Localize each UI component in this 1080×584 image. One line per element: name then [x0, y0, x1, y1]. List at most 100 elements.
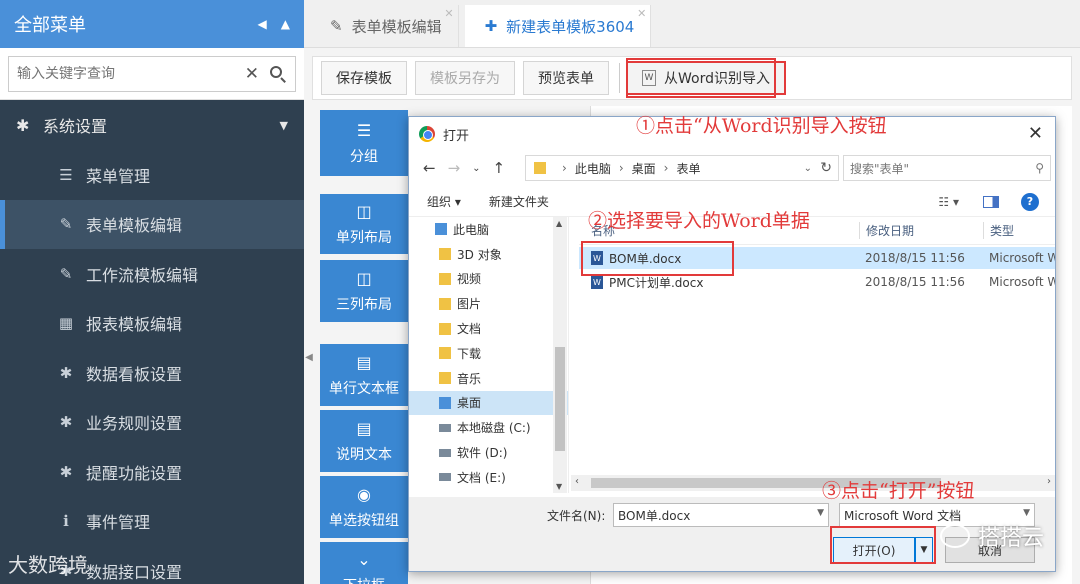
tree-item[interactable]: 视频 [409, 267, 568, 292]
palette-item-single-line-text[interactable]: ▤ 单行文本框 [320, 344, 408, 406]
view-options-icon[interactable]: ☷ ▾ [938, 195, 959, 209]
computer-icon [435, 223, 447, 236]
tree-item[interactable]: 图片 [409, 291, 568, 316]
organize-button[interactable]: 组织 ▾ [427, 193, 461, 210]
file-name-cell: W PMC计划单.docx [579, 274, 859, 291]
scroll-up-icon[interactable]: ▲ [556, 219, 562, 228]
annotation-step1: ①点击“从Word识别导入按钮 [636, 115, 887, 137]
search-icon[interactable] [269, 65, 287, 83]
tree-item[interactable]: 文档 (E:) [409, 465, 568, 490]
gear-icon: ✱ [59, 413, 73, 432]
scroll-right-icon[interactable]: › [1047, 476, 1051, 487]
tree-item[interactable]: 下载 [409, 341, 568, 366]
filename-input[interactable]: BOM单.docx ▼ [613, 503, 829, 527]
collapse-up-icon[interactable]: ▲ [281, 17, 290, 31]
tab-new-form-template[interactable]: ✚ 新建表单模板3604 ✕ [464, 5, 652, 47]
tree-item-label: 软件 (D:) [457, 446, 508, 461]
palette-item-group[interactable]: ☰ 分组 [320, 110, 408, 176]
sidebar-item-label: 表单模板编辑 [86, 216, 183, 236]
help-icon[interactable]: ? [1021, 192, 1039, 211]
breadcrumb-separator-icon: › [663, 161, 669, 175]
tree-item-label: 本地磁盘 (C:) [457, 421, 531, 436]
list-icon: ☰ [59, 165, 73, 184]
tree-item-label: 图片 [457, 297, 482, 312]
back-arrow-icon[interactable]: ← [423, 159, 436, 177]
tree-item-label: 此电脑 [453, 222, 490, 237]
tree-item[interactable]: 桌面 [409, 390, 568, 416]
refresh-icon[interactable]: ↻ [820, 160, 832, 176]
sidebar-item-dashboard-settings[interactable]: ✱ 数据看板设置 [0, 348, 304, 398]
tree-item[interactable]: 音乐 [409, 366, 568, 391]
column-header-type[interactable]: 类型 [983, 222, 1055, 239]
chevron-down-icon[interactable]: ▼ [817, 508, 824, 518]
sidebar-collapse-handle[interactable]: ◀ [304, 345, 314, 369]
open-file-dialog: 打开 ✕ ← → ⌄ ↑ › 此电脑 › 桌面 › 表单 ⌄ ↻ 搜索"表单" … [408, 116, 1056, 572]
palette-item-single-column[interactable]: ◫ 单列布局 [320, 194, 408, 254]
document-icon [439, 322, 451, 335]
column-icon: ◫ [356, 201, 372, 221]
sidebar-item-workflow-template-edit[interactable]: ✎ 工作流模板编辑 [0, 249, 304, 299]
file-type: Microsoft Word [989, 251, 1055, 265]
breadcrumb-item[interactable]: 此电脑 [575, 160, 611, 177]
tree-scrollbar[interactable]: ▲ ▼ [553, 217, 567, 493]
sidebar-group-label: 系统设置 [43, 117, 108, 136]
close-icon[interactable]: ✕ [1028, 123, 1043, 144]
collapse-left-icon[interactable]: ◀ [258, 17, 267, 31]
tree-item[interactable]: 文档 [409, 316, 568, 341]
chevron-down-icon[interactable]: ⌄ [804, 163, 812, 174]
save-as-button[interactable]: 模板另存为 [415, 61, 515, 95]
navigation-tree: 此电脑 3D 对象 视频 图片 文档 下载 音乐 桌面 本地磁盘 (C:) 软件… [409, 217, 569, 493]
close-icon[interactable]: ✕ [444, 7, 453, 20]
sidebar-item-reminder-settings[interactable]: ✱ 提醒功能设置 [0, 447, 304, 497]
annotation-highlight-file [581, 241, 734, 276]
dialog-search-field[interactable]: 搜索"表单" ⚲ [843, 155, 1051, 181]
palette-item-dropdown[interactable]: ⌄ 下拉框 [320, 542, 408, 584]
tree-item-label: 音乐 [457, 371, 482, 386]
recent-dropdown-icon[interactable]: ⌄ [472, 163, 480, 174]
breadcrumb-item[interactable]: 表单 [676, 160, 700, 177]
scrollbar-thumb[interactable] [555, 347, 565, 451]
search-input[interactable] [17, 66, 235, 82]
drive-icon [439, 448, 451, 457]
tree-item[interactable]: 软件 (D:) [409, 440, 568, 465]
doc-icon: ▤ [356, 418, 372, 438]
palette-item-radio-group[interactable]: ◉ 单选按钮组 [320, 476, 408, 538]
sidebar-item-report-template-edit[interactable]: ▦ 报表模板编辑 [0, 299, 304, 349]
palette-item-description-text[interactable]: ▤ 说明文本 [320, 410, 408, 472]
tab-form-template-edit[interactable]: ✎ 表单模板编辑 ✕ [310, 5, 459, 47]
preview-button[interactable]: 预览表单 [523, 61, 609, 95]
sidebar-item-label: 报表模板编辑 [86, 315, 183, 335]
breadcrumb-separator-icon: › [562, 161, 567, 175]
new-folder-button[interactable]: 新建文件夹 [489, 193, 549, 210]
filename-value: BOM单.docx [618, 509, 691, 523]
close-icon[interactable]: ✕ [637, 7, 646, 20]
chrome-icon [419, 126, 435, 142]
sidebar-group-system-settings[interactable]: ✱ 系统设置 ▼ [0, 100, 304, 150]
sidebar-item-business-rules[interactable]: ✱ 业务规则设置 [0, 398, 304, 448]
tree-item[interactable]: 本地磁盘 (C:) [409, 415, 568, 440]
sidebar-item-menu-management[interactable]: ☰ 菜单管理 [0, 150, 304, 200]
wechat-icon [939, 524, 970, 548]
preview-pane-icon[interactable] [983, 195, 999, 208]
save-template-button[interactable]: 保存模板 [321, 61, 407, 95]
palette-item-three-column[interactable]: ◫ 三列布局 [320, 260, 408, 322]
tree-item[interactable]: 此电脑 [409, 217, 568, 242]
annotation-highlight-import [626, 58, 776, 98]
sidebar-item-form-template-edit[interactable]: ✎ 表单模板编辑 [0, 199, 304, 249]
breadcrumb[interactable]: › 此电脑 › 桌面 › 表单 ⌄ ↻ [525, 155, 839, 181]
breadcrumb-item[interactable]: 桌面 [632, 160, 656, 177]
file-list-hscrollbar[interactable]: ‹ › [571, 475, 1055, 491]
forward-arrow-icon[interactable]: → [448, 159, 461, 177]
scroll-down-icon[interactable]: ▼ [556, 482, 562, 491]
tree-item-label: 3D 对象 [457, 247, 502, 262]
up-arrow-icon[interactable]: ↑ [493, 159, 506, 177]
gear-icon: ✱ [59, 462, 73, 481]
video-icon [439, 272, 451, 285]
scroll-left-icon[interactable]: ‹ [575, 476, 579, 487]
tree-item[interactable]: 3D 对象 [409, 242, 568, 267]
clear-icon[interactable]: ✕ [245, 64, 259, 84]
column-header-date[interactable]: 修改日期 [859, 222, 983, 239]
sidebar-item-event-management[interactable]: ℹ 事件管理 [0, 497, 304, 547]
tab-label: 新建表单模板3604 [506, 17, 635, 36]
word-doc-icon: W [591, 275, 603, 289]
